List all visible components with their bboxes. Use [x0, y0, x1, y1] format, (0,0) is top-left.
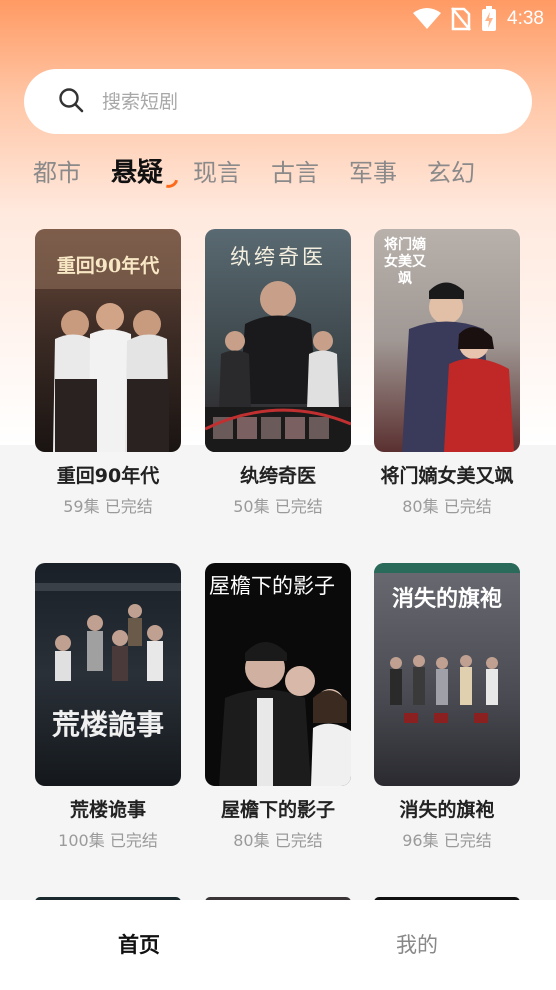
search-icon: [58, 87, 102, 117]
battery-charging-icon: [481, 6, 497, 32]
drama-poster[interactable]: 重回90年代: [35, 229, 181, 452]
drama-meta: 100集 已完结: [35, 831, 181, 851]
drama-title: 消失的旗袍: [399, 799, 495, 821]
nav-home[interactable]: 首页: [0, 900, 278, 990]
drama-title: 将门嫡女美又飒: [380, 465, 514, 487]
drama-card[interactable]: 将门嫡女美又飒 将门嫡女美又飒 80集 已完结: [374, 229, 520, 517]
active-tab-indicator: [165, 177, 179, 191]
drama-poster[interactable]: 荒楼詭事: [35, 563, 181, 786]
drama-poster[interactable]: 屋檐下的影子: [205, 563, 351, 786]
poster-title-overlay: 消失的旗袍: [391, 586, 502, 612]
completion-status: 已完结: [443, 497, 492, 516]
drama-card[interactable]: 重回90年代 重回90年代 59集 已完结: [35, 229, 181, 517]
episode-count: 100集: [58, 831, 105, 850]
poster-title-overlay: 荒楼詭事: [51, 708, 164, 741]
tab-dushi[interactable]: 都市: [33, 151, 81, 195]
nav-home-label: 首页: [118, 933, 160, 957]
tab-xuanyi[interactable]: 悬疑: [111, 151, 179, 195]
drama-meta: 59集 已完结: [35, 497, 181, 517]
bottom-navigation: 首页 我的: [0, 900, 556, 990]
completion-status: 已完结: [109, 831, 158, 850]
episode-count: 80集: [402, 497, 439, 516]
drama-title: 荒楼诡事: [69, 799, 146, 821]
episode-count: 96集: [402, 831, 439, 850]
drama-poster[interactable]: 将门嫡女美又飒: [374, 229, 520, 452]
poster-title-overlay: 重回90年代: [56, 255, 160, 277]
tab-junshi[interactable]: 军事: [349, 151, 397, 195]
category-tabs: 都市 悬疑 现言 古言 军事 玄幻: [33, 150, 556, 196]
drama-poster[interactable]: 纨绔奇医: [205, 229, 351, 452]
drama-meta: 96集 已完结: [374, 831, 520, 851]
tab-guyan[interactable]: 古言: [271, 151, 319, 195]
poster-title-overlay: 屋檐下的影子: [209, 574, 335, 598]
tab-xuanhuan[interactable]: 玄幻: [427, 151, 475, 195]
drama-title: 重回90年代: [56, 465, 160, 487]
drama-meta: 50集 已完结: [205, 497, 351, 517]
drama-card[interactable]: 消失的旗袍 消失的旗袍 96集 已完结: [374, 563, 520, 851]
episode-count: 50集: [233, 497, 270, 516]
completion-status: 已完结: [443, 831, 492, 850]
no-sim-icon: [451, 7, 471, 31]
drama-title: 屋檐下的影子: [220, 799, 335, 821]
drama-card[interactable]: 纨绔奇医 纨绔奇医 50集 已完结: [205, 229, 351, 517]
completion-status: 已完结: [274, 497, 323, 516]
drama-card[interactable]: 荒楼詭事 荒楼诡事 100集 已完结: [35, 563, 181, 851]
drama-title: 纨绔奇医: [239, 465, 316, 487]
poster-title-overlay: 纨绔奇医: [230, 245, 326, 269]
completion-status: 已完结: [274, 831, 323, 850]
tab-xianyan[interactable]: 现言: [193, 151, 241, 195]
episode-count: 59集: [63, 497, 100, 516]
wifi-icon: [413, 8, 442, 30]
drama-poster[interactable]: 消失的旗袍: [374, 563, 520, 786]
completion-status: 已完结: [104, 497, 153, 516]
search-bar[interactable]: [24, 69, 532, 134]
poster-title-overlay: 将门嫡女美又飒: [384, 237, 426, 287]
drama-meta: 80集 已完结: [205, 831, 351, 851]
drama-card[interactable]: 屋檐下的影子 屋檐下的影子 80集 已完结: [205, 563, 351, 851]
episode-count: 80集: [233, 831, 270, 850]
nav-mine-label: 我的: [396, 933, 438, 957]
search-input[interactable]: [102, 90, 462, 113]
status-bar: 4:38: [0, 0, 556, 38]
drama-meta: 80集 已完结: [374, 497, 520, 517]
nav-mine[interactable]: 我的: [278, 900, 556, 990]
status-time: 4:38: [507, 8, 544, 29]
